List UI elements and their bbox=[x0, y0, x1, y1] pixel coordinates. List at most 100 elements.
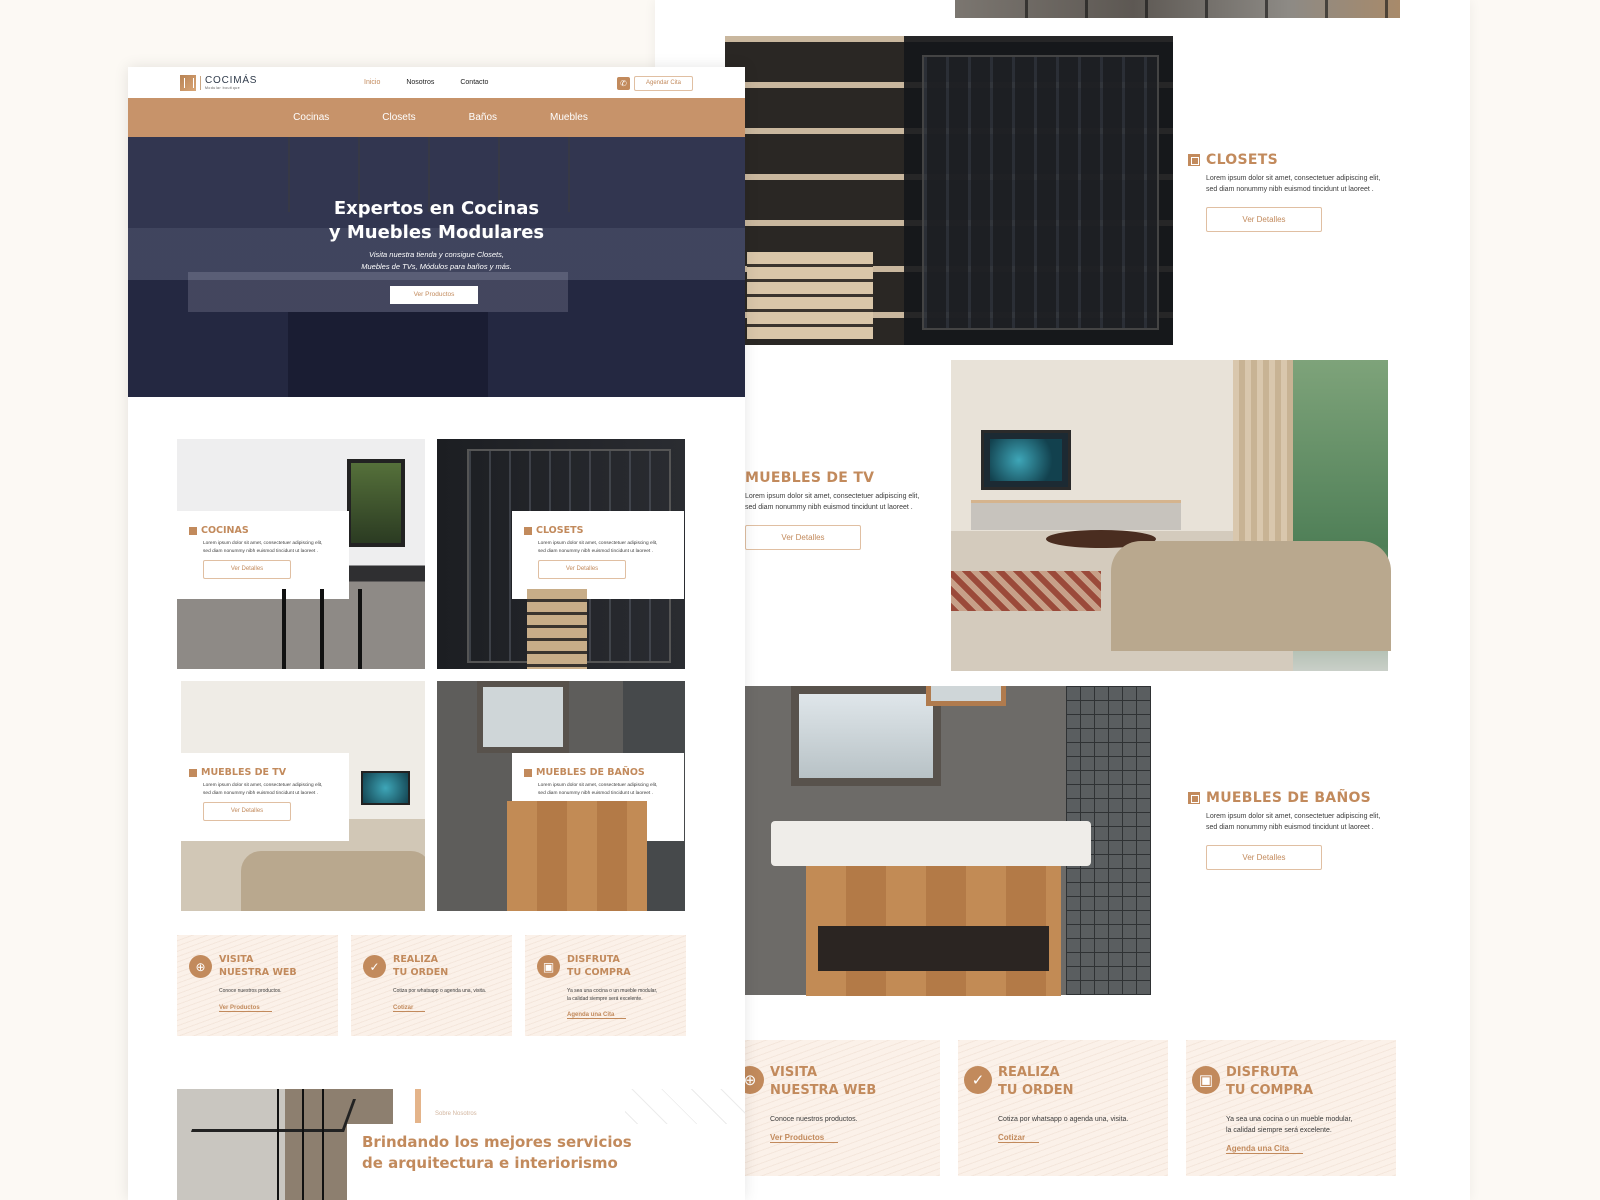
step-desc: Cotiza por whatsapp o agenda una, visita… bbox=[998, 1116, 1129, 1123]
product-desc: Lorem ipsum dolor sit amet, consectetuer… bbox=[538, 783, 658, 788]
step-link[interactable]: Ver Productos bbox=[219, 1005, 272, 1012]
step-title: TU ORDEN bbox=[998, 1083, 1074, 1098]
whatsapp-icon[interactable]: ✆ bbox=[617, 77, 630, 90]
closets-title: CLOSETS bbox=[1206, 152, 1278, 168]
category-banos[interactable]: Baños bbox=[469, 112, 497, 123]
bath-desc-line2: sed diam nonummy nibh euismod tincidunt … bbox=[1206, 824, 1374, 831]
hero-banner: Expertos en Cocinas y Muebles Modulares … bbox=[128, 137, 745, 397]
bath-desc-line1: Lorem ipsum dolor sit amet, consectetuer… bbox=[1206, 813, 1381, 820]
closet-icon bbox=[1188, 154, 1200, 166]
about-title-line: Brindando los mejores servicios bbox=[362, 1133, 632, 1151]
home-page-preview: COCIMÁS Modular boutique Inicio Nosotros… bbox=[128, 67, 745, 1200]
main-nav: Inicio Nosotros Contacto bbox=[364, 79, 488, 86]
product-desc: sed diam nonummy nibh euismod tincidunt … bbox=[203, 790, 318, 796]
step-link[interactable]: Ver Productos bbox=[770, 1133, 839, 1143]
details-button[interactable]: Ver Detalles bbox=[203, 560, 291, 579]
product-card: CLOSETS Lorem ipsum dolor sit amet, cons… bbox=[512, 511, 684, 599]
bathroom-details-button[interactable]: Ver Detalles bbox=[1206, 845, 1322, 870]
wood-mirror bbox=[926, 686, 1006, 706]
sink bbox=[771, 821, 1091, 866]
step-desc: Conoce nuestros productos. bbox=[219, 988, 282, 994]
step-card: ▣ DISFRUTA TU COMPRA Ya sea una cocina o … bbox=[1186, 1040, 1396, 1176]
category-closets[interactable]: Closets bbox=[382, 112, 415, 123]
product-tile-closets[interactable]: CLOSETS Lorem ipsum dolor sit amet, cons… bbox=[437, 439, 685, 669]
product-tile-tv[interactable]: MUEBLES DE TV Lorem ipsum dolor sit amet… bbox=[181, 681, 425, 911]
globe-icon: ⊕ bbox=[189, 955, 212, 978]
product-card: MUEBLES DE TV Lorem ipsum dolor sit amet… bbox=[181, 753, 349, 841]
category-nav: Cocinas Closets Baños Muebles bbox=[128, 98, 745, 137]
closet-icon bbox=[524, 526, 532, 535]
tv-furniture-icon bbox=[189, 768, 197, 777]
nav-nosotros[interactable]: Nosotros bbox=[406, 79, 434, 86]
schedule-appointment-button[interactable]: Agendar Cita bbox=[634, 76, 693, 91]
step-desc: la calidad siempre será excelente. bbox=[567, 995, 643, 1002]
step-title: TU COMPRA bbox=[567, 967, 631, 978]
television bbox=[981, 430, 1071, 490]
top-header: COCIMÁS Modular boutique Inicio Nosotros… bbox=[128, 67, 745, 98]
nav-contacto[interactable]: Contacto bbox=[460, 79, 488, 86]
step-title: NUESTRA WEB bbox=[219, 967, 297, 978]
about-section: Sobre Nosotros Brindando los mejores ser… bbox=[177, 1089, 745, 1200]
step-link[interactable]: Cotizar bbox=[393, 1005, 426, 1012]
detail-page-preview: CLOSETS Lorem ipsum dolor sit amet, cons… bbox=[655, 0, 1470, 1200]
step-title: DISFRUTA bbox=[567, 954, 620, 965]
bathroom-title: MUEBLES DE BAÑOS bbox=[1206, 790, 1372, 806]
step-desc: Conoce nuestros productos. bbox=[770, 1116, 858, 1123]
logo[interactable]: COCIMÁS Modular boutique bbox=[180, 75, 257, 91]
vanity-cabinet bbox=[806, 866, 1061, 996]
step-card: ⊕ VISITA NUESTRA WEB Conoce nuestros prod… bbox=[177, 935, 338, 1036]
closets-details-button[interactable]: Ver Detalles bbox=[1206, 207, 1322, 232]
step-desc: Ya sea una cocina o un mueble modular, bbox=[1226, 1116, 1353, 1123]
step-card: ⊕ VISITA NUESTRA WEB Conoce nuestros prod… bbox=[730, 1040, 940, 1176]
about-label: Sobre Nosotros bbox=[435, 1111, 477, 1117]
category-muebles[interactable]: Muebles bbox=[550, 112, 588, 123]
product-desc: sed diam nonummy nibh euismod tincidunt … bbox=[538, 548, 653, 554]
product-tile-banos[interactable]: MUEBLES DE BAÑOS Lorem ipsum dolor sit a… bbox=[437, 681, 685, 911]
step-link[interactable]: Agenda una Cita bbox=[1226, 1144, 1304, 1154]
logo-mark-icon bbox=[180, 75, 196, 91]
category-cocinas[interactable]: Cocinas bbox=[293, 112, 329, 123]
view-products-button[interactable]: Ver Productos bbox=[390, 286, 478, 304]
sofa bbox=[1111, 541, 1391, 651]
step-title: TU ORDEN bbox=[393, 967, 449, 978]
product-title: MUEBLES DE TV bbox=[201, 767, 287, 778]
about-title: Brindando los mejores servicios de arqui… bbox=[362, 1132, 745, 1174]
product-card: COCINAS Lorem ipsum dolor sit amet, cons… bbox=[177, 511, 349, 599]
nav-inicio[interactable]: Inicio bbox=[364, 79, 380, 86]
hero-title-line: Expertos en Cocinas bbox=[333, 198, 540, 219]
tv-desc-line2: sed diam nonummy nibh euismod tincidunt … bbox=[745, 504, 913, 511]
step-desc: Ya sea una cocina o un mueble modular, bbox=[567, 988, 658, 994]
details-button[interactable]: Ver Detalles bbox=[203, 802, 291, 821]
tv-console bbox=[971, 500, 1181, 530]
product-desc: Lorem ipsum dolor sit amet, consectetuer… bbox=[538, 541, 658, 546]
hero-subtitle-line: Visita nuestra tienda y consigue Closets… bbox=[369, 250, 504, 259]
tv-furniture-image bbox=[951, 360, 1391, 671]
product-tile-cocinas[interactable]: COCINAS Lorem ipsum dolor sit amet, cons… bbox=[177, 439, 425, 669]
details-button[interactable]: Ver Detalles bbox=[538, 560, 626, 579]
delivery-truck-icon: ▣ bbox=[537, 955, 560, 978]
step-link[interactable]: Cotizar bbox=[998, 1133, 1040, 1143]
step-card: ✓ REALIZA TU ORDEN Cotiza por whatsapp o … bbox=[958, 1040, 1168, 1176]
step-link[interactable]: Agenda una Cita bbox=[567, 1012, 627, 1019]
step-desc: Cotiza por whatsapp o agenda una, visita… bbox=[393, 988, 487, 994]
product-desc: sed diam nonummy nibh euismod tincidunt … bbox=[203, 548, 318, 554]
bathroom-card: MUEBLES DE BAÑOS Lorem ipsum dolor sit a… bbox=[1188, 790, 1396, 870]
steps-section-large: ⊕ VISITA NUESTRA WEB Conoce nuestros prod… bbox=[730, 1040, 1470, 1180]
product-card: MUEBLES DE BAÑOS Lorem ipsum dolor sit a… bbox=[512, 753, 684, 841]
step-title: VISITA bbox=[770, 1065, 818, 1080]
brand-tagline: Modular boutique bbox=[205, 86, 241, 90]
brand-name: COCIMÁS bbox=[205, 75, 258, 86]
kitchen-image-partial bbox=[955, 0, 1400, 18]
hero-title: Expertos en Cocinas y Muebles Modulares bbox=[128, 197, 745, 245]
step-card: ✓ REALIZA TU ORDEN Cotiza por whatsapp o … bbox=[351, 935, 512, 1036]
tv-desc-line1: Lorem ipsum dolor sit amet, consectetuer… bbox=[745, 493, 920, 500]
details-button[interactable]: Ver Detalles bbox=[538, 802, 626, 821]
tv-furniture-details-button[interactable]: Ver Detalles bbox=[745, 525, 861, 550]
step-title: NUESTRA WEB bbox=[770, 1083, 877, 1098]
hero-counter bbox=[188, 272, 568, 312]
bathroom-icon bbox=[1188, 792, 1200, 804]
mirror bbox=[791, 686, 941, 786]
tv-furniture-title: MUEBLES DE TV bbox=[745, 470, 875, 486]
step-title: REALIZA bbox=[393, 954, 438, 965]
shopping-bag-check-icon: ✓ bbox=[363, 955, 386, 978]
